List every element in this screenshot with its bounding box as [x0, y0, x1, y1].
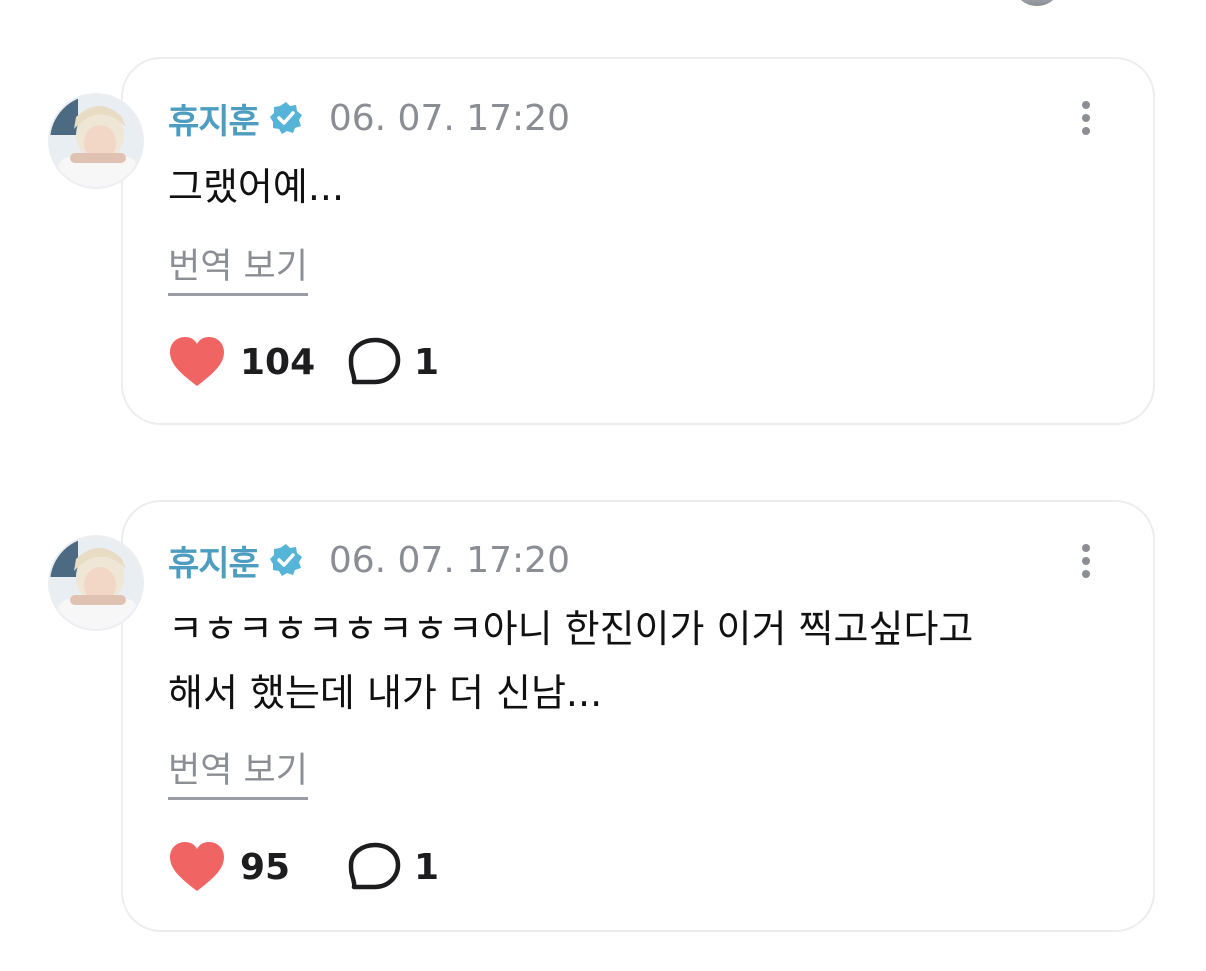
author-name[interactable]: 휴지훈	[168, 94, 260, 143]
avatar-image	[50, 95, 142, 187]
comment-text: 그랬어예...	[168, 165, 345, 209]
avatar[interactable]	[48, 535, 144, 631]
reply-count: 1	[414, 846, 440, 888]
comment-actions: 95 1	[168, 839, 439, 895]
reply-button[interactable]: 1	[348, 841, 439, 893]
timestamp: 06. 07. 17:20	[328, 97, 570, 139]
translate-link[interactable]: 번역 보기	[168, 742, 308, 800]
partial-avatar[interactable]	[1012, 0, 1062, 6]
comment-header: 휴지훈 06. 07. 17:20	[168, 94, 570, 143]
more-vertical-icon[interactable]	[1073, 541, 1099, 581]
verified-badge-icon	[269, 101, 303, 135]
more-vertical-icon[interactable]	[1073, 98, 1099, 138]
avatar[interactable]	[48, 93, 144, 189]
heart-icon	[170, 337, 224, 386]
like-button[interactable]: 104	[168, 336, 320, 388]
like-count: 104	[240, 341, 316, 383]
reply-count: 1	[414, 341, 440, 383]
comment-actions: 104 1	[168, 334, 439, 390]
timestamp: 06. 07. 17:20	[328, 539, 570, 581]
author-name[interactable]: 휴지훈	[168, 536, 260, 585]
speech-bubble-icon	[348, 842, 401, 890]
speech-bubble-icon	[348, 337, 401, 385]
like-count: 95	[240, 846, 291, 888]
comment-header: 휴지훈 06. 07. 17:20	[168, 536, 570, 585]
avatar-image	[50, 537, 142, 629]
verified-badge-icon	[269, 543, 303, 577]
heart-icon	[170, 842, 224, 891]
comment-text: ㅋㅎㅋㅎㅋㅎㅋㅎㅋ아니 한진이가 이거 찍고싶다고 해서 했는데 내가 더 신남…	[168, 607, 974, 715]
translate-link[interactable]: 번역 보기	[168, 238, 308, 296]
reply-button[interactable]: 1	[348, 336, 439, 388]
like-button[interactable]: 95	[168, 841, 320, 893]
